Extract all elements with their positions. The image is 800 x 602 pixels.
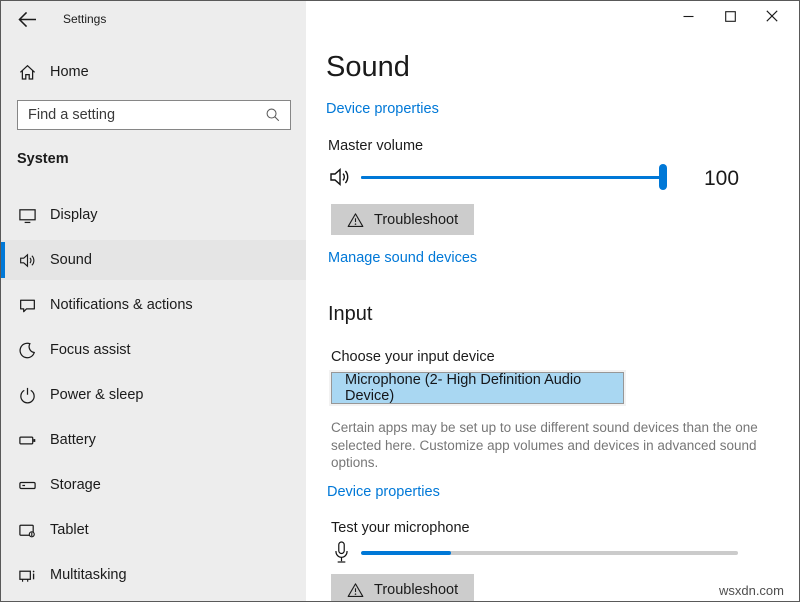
speaker-icon: [17, 250, 37, 270]
apps-note-text: Certain apps may be set up to use differ…: [331, 419, 761, 472]
storage-icon: [17, 475, 37, 495]
tablet-icon: [17, 520, 37, 540]
choose-input-device-label: Choose your input device: [331, 349, 495, 365]
home-icon: [17, 62, 37, 82]
sidebar-item-multitasking[interactable]: Multitasking: [1, 555, 306, 595]
master-volume-label: Master volume: [328, 138, 423, 154]
close-icon: [766, 10, 778, 22]
sidebar-item-label: Power & sleep: [50, 387, 144, 403]
microphone-level-meter: [361, 551, 738, 555]
sidebar-item-display[interactable]: Display: [1, 195, 306, 235]
troubleshoot-label: Troubleshoot: [374, 582, 458, 598]
sidebar-item-label: Tablet: [50, 522, 89, 538]
speaker-volume-icon[interactable]: [328, 165, 352, 189]
minimize-icon: [683, 11, 694, 22]
sidebar-item-home[interactable]: Home: [17, 59, 89, 85]
microphone-icon: [333, 540, 350, 567]
sidebar-item-battery[interactable]: Battery: [1, 420, 306, 460]
sidebar-item-focus-assist[interactable]: Focus assist: [1, 330, 306, 370]
sidebar-item-label: Sound: [50, 252, 92, 268]
warning-icon: [347, 582, 364, 598]
input-section-title: Input: [328, 303, 372, 326]
moon-icon: [17, 340, 37, 360]
input-troubleshoot-button[interactable]: Troubleshoot: [331, 574, 474, 602]
sidebar-item-label: Notifications & actions: [50, 297, 193, 313]
battery-icon: [17, 430, 37, 450]
close-button[interactable]: [751, 1, 793, 31]
sidebar-item-storage[interactable]: Storage: [1, 465, 306, 505]
settings-window: Settings Home System Display: [0, 0, 800, 602]
troubleshoot-label: Troubleshoot: [374, 212, 458, 228]
maximize-button[interactable]: [709, 1, 751, 31]
sidebar-item-label: Storage: [50, 477, 101, 493]
device-properties-link[interactable]: Device properties: [326, 101, 439, 117]
sidebar-section-system: System: [17, 151, 69, 167]
power-icon: [17, 385, 37, 405]
sidebar: Settings Home System Display: [1, 1, 306, 601]
warning-icon: [347, 212, 364, 228]
back-arrow-icon: [18, 11, 37, 28]
input-device-properties-link[interactable]: Device properties: [327, 484, 440, 500]
titlebar-left: Settings: [1, 1, 306, 37]
search-input[interactable]: [18, 107, 265, 123]
master-volume-slider-thumb[interactable]: [659, 164, 667, 190]
master-volume-slider-fill: [361, 176, 663, 179]
search-icon[interactable]: [265, 107, 281, 123]
sidebar-nav: Display Sound Notifications & actions Fo…: [1, 195, 306, 600]
microphone-level-fill: [361, 551, 451, 555]
sidebar-item-label: Focus assist: [50, 342, 131, 358]
minimize-button[interactable]: [667, 1, 709, 31]
troubleshoot-button[interactable]: Troubleshoot: [331, 204, 474, 235]
master-volume-slider-row: [328, 161, 663, 193]
app-title: Settings: [63, 12, 106, 26]
sidebar-item-power-sleep[interactable]: Power & sleep: [1, 375, 306, 415]
sidebar-item-label: Display: [50, 207, 98, 223]
maximize-icon: [725, 11, 736, 22]
main-content: Sound Device properties Master volume 10…: [306, 1, 799, 601]
search-box: [17, 100, 291, 130]
input-device-dropdown[interactable]: Microphone (2- High Definition Audio Dev…: [331, 372, 624, 404]
master-volume-slider[interactable]: [361, 176, 663, 179]
sidebar-item-tablet[interactable]: Tablet: [1, 510, 306, 550]
microphone-meter-row: [333, 537, 738, 569]
selected-input-device: Microphone (2- High Definition Audio Dev…: [345, 372, 623, 404]
manage-sound-devices-link[interactable]: Manage sound devices: [328, 250, 477, 266]
notifications-icon: [17, 295, 37, 315]
sidebar-item-notifications[interactable]: Notifications & actions: [1, 285, 306, 325]
back-button[interactable]: [15, 8, 39, 30]
sidebar-item-label: Battery: [50, 432, 96, 448]
test-microphone-label: Test your microphone: [331, 520, 470, 536]
sidebar-item-sound[interactable]: Sound: [1, 240, 306, 280]
master-volume-value: 100: [704, 167, 739, 191]
sidebar-item-label: Home: [50, 64, 89, 80]
sidebar-item-label: Multitasking: [50, 567, 127, 583]
multitasking-icon: [17, 565, 37, 585]
display-icon: [17, 205, 37, 225]
window-controls: [667, 1, 793, 31]
page-title: Sound: [326, 51, 410, 84]
watermark: wsxdn.com: [719, 583, 784, 598]
